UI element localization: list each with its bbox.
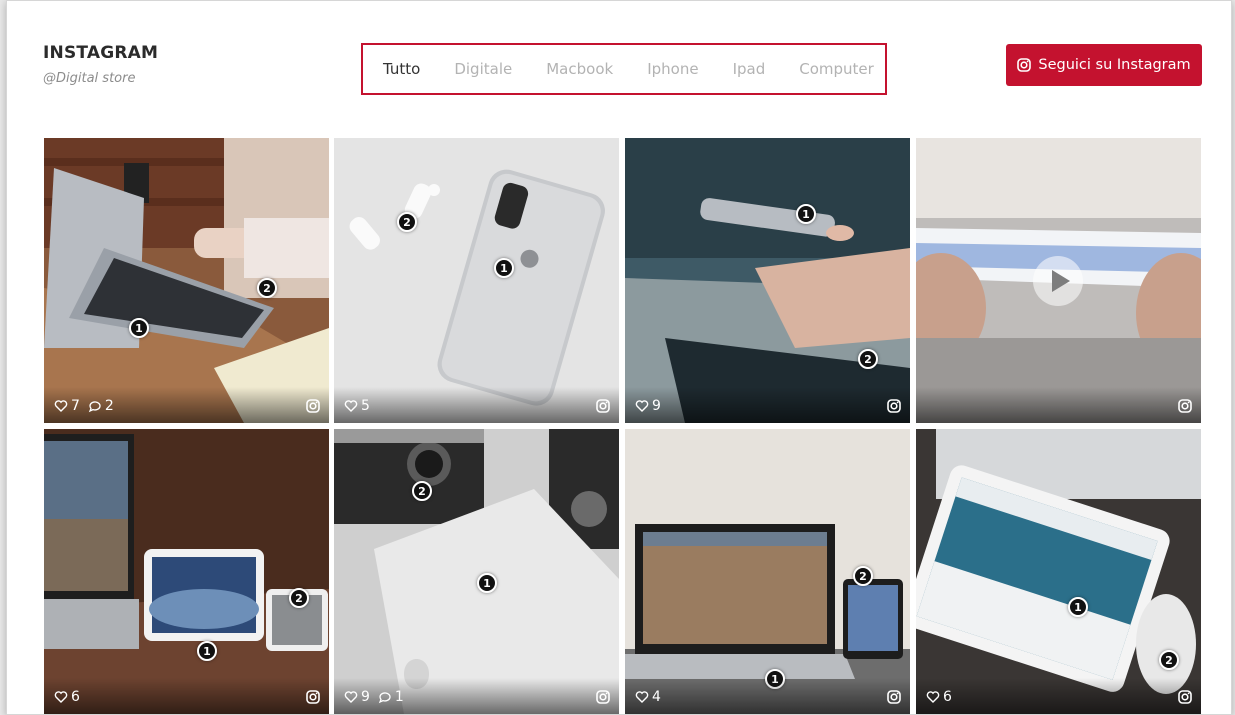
post-image: [334, 429, 619, 714]
comment-icon: [378, 692, 391, 704]
post-stats: 9 1: [344, 689, 412, 705]
instagram-icon: [887, 399, 901, 413]
play-icon[interactable]: [1033, 256, 1083, 306]
instagram-icon: [306, 399, 320, 413]
comment-count: 2: [88, 398, 114, 414]
post-stats: 9: [635, 398, 669, 414]
post-stats: 6: [54, 689, 88, 705]
post-tile-4-video[interactable]: [916, 138, 1201, 423]
like-count: 7: [54, 398, 80, 414]
product-hotspot-2[interactable]: 2: [289, 588, 309, 608]
follow-instagram-button[interactable]: Seguici su Instagram: [1006, 44, 1202, 86]
product-hotspot-2[interactable]: 2: [257, 278, 277, 298]
post-tile-8[interactable]: 1 2 6: [916, 429, 1201, 714]
heart-icon: [926, 691, 940, 703]
post-stats: 7 2: [54, 398, 122, 414]
post-image: [334, 138, 619, 423]
heart-icon: [54, 691, 68, 703]
instagram-icon: [1017, 58, 1032, 72]
product-hotspot-2[interactable]: 2: [397, 212, 417, 232]
post-tile-6[interactable]: 1 2 9 1: [334, 429, 619, 714]
post-tile-1[interactable]: 1 2 7 2: [44, 138, 329, 423]
instagram-icon: [596, 690, 610, 704]
filter-tab-macbook[interactable]: Macbook: [546, 60, 613, 78]
widget-title: INSTAGRAM: [43, 43, 159, 63]
post-overlay: [916, 387, 1201, 423]
instagram-icon: [306, 690, 320, 704]
post-tile-3[interactable]: 1 2 9: [625, 138, 910, 423]
account-handle: @Digital store: [43, 71, 136, 86]
product-hotspot-1[interactable]: 1: [1068, 597, 1088, 617]
heart-icon: [344, 691, 358, 703]
like-count: 6: [926, 689, 952, 705]
post-tile-7[interactable]: 1 2 4: [625, 429, 910, 714]
product-hotspot-2[interactable]: 2: [1159, 650, 1179, 670]
like-count: 9: [635, 398, 661, 414]
like-count: 6: [54, 689, 80, 705]
post-stats: 4: [635, 689, 669, 705]
post-image: [916, 429, 1201, 714]
post-image: [44, 429, 329, 714]
comment-count: 1: [378, 689, 404, 705]
post-stats: 6: [926, 689, 960, 705]
filter-tabs: Tutto Digitale Macbook Iphone Ipad Compu…: [361, 43, 887, 95]
heart-icon: [635, 691, 649, 703]
heart-icon: [635, 400, 649, 412]
instagram-icon: [1178, 690, 1192, 704]
heart-icon: [344, 400, 358, 412]
post-image: [625, 138, 910, 423]
filter-tab-computer[interactable]: Computer: [799, 60, 874, 78]
post-image: [44, 138, 329, 423]
post-tile-5[interactable]: 1 2 6: [44, 429, 329, 714]
post-tile-2[interactable]: 1 2 5: [334, 138, 619, 423]
product-hotspot-2[interactable]: 2: [412, 481, 432, 501]
product-hotspot-1[interactable]: 1: [796, 204, 816, 224]
heart-icon: [54, 400, 68, 412]
like-count: 4: [635, 689, 661, 705]
product-hotspot-2[interactable]: 2: [853, 566, 873, 586]
product-hotspot-1[interactable]: 1: [129, 318, 149, 338]
instagram-icon: [887, 690, 901, 704]
product-hotspot-1[interactable]: 1: [197, 641, 217, 661]
filter-tab-iphone[interactable]: Iphone: [647, 60, 698, 78]
filter-tab-tutto[interactable]: Tutto: [383, 60, 420, 78]
like-count: 5: [344, 398, 370, 414]
post-stats: 5: [344, 398, 378, 414]
instagram-widget: INSTAGRAM @Digital store Tutto Digitale …: [6, 0, 1232, 715]
comment-icon: [88, 401, 101, 413]
product-hotspot-1[interactable]: 1: [477, 573, 497, 593]
product-hotspot-2[interactable]: 2: [858, 349, 878, 369]
instagram-icon: [596, 399, 610, 413]
product-hotspot-1[interactable]: 1: [494, 258, 514, 278]
brand-block: INSTAGRAM @Digital store: [43, 43, 158, 86]
like-count: 9: [344, 689, 370, 705]
filter-tab-digitale[interactable]: Digitale: [454, 60, 512, 78]
filter-tab-ipad[interactable]: Ipad: [733, 60, 766, 78]
follow-button-label: Seguici su Instagram: [1038, 57, 1191, 73]
instagram-icon: [1178, 399, 1192, 413]
